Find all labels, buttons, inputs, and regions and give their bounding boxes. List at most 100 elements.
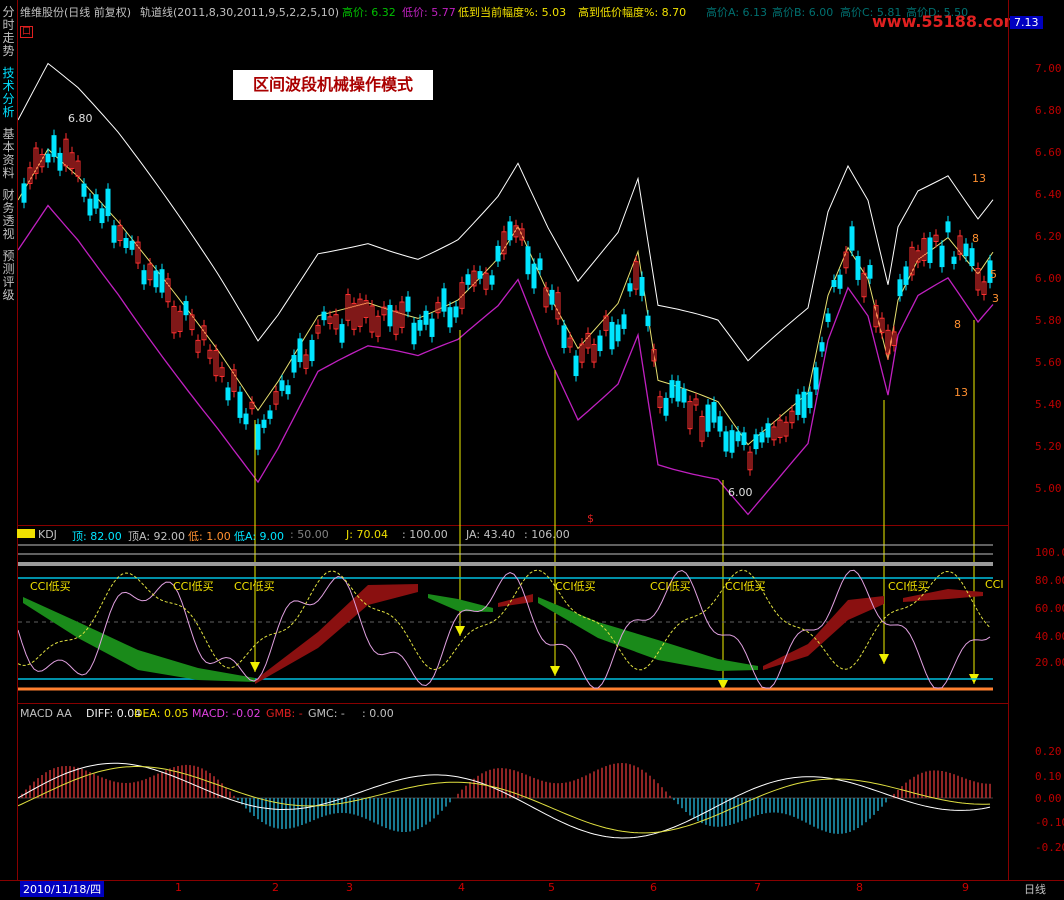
candle-body [741, 432, 747, 446]
candle-body [285, 385, 291, 395]
candle-body [615, 324, 621, 342]
candle-body [441, 288, 447, 312]
macd-diff: DIFF: 0.04 [86, 707, 142, 720]
kdj-marker [17, 529, 35, 538]
signal-arrow [250, 662, 260, 672]
month-tick: 2 [272, 881, 279, 894]
candle-body [423, 310, 429, 325]
candle-body [831, 280, 837, 288]
candle-body [297, 338, 303, 363]
candle-body [849, 226, 855, 251]
macd-gmb: GMB: - [266, 707, 303, 720]
candle-body [549, 289, 555, 305]
candle-body [429, 318, 435, 337]
candle-body [51, 135, 57, 157]
candle-body [561, 325, 567, 348]
macd-extra: : 0.00 [362, 707, 394, 720]
right-axis: 7.00 6.80 6.60 6.40 6.20 6.00 5.80 5.60 … [1008, 0, 1064, 880]
month-tick: 5 [548, 881, 555, 894]
candle-body [795, 394, 801, 415]
candle-body [417, 319, 423, 331]
fib-5: 5 [990, 268, 997, 281]
candle-body [507, 221, 513, 241]
candle-body [825, 313, 831, 322]
kdj-k: 顶: 82.00 [72, 530, 122, 543]
candle-body [717, 416, 723, 432]
candle-body [759, 432, 765, 443]
candle-body [897, 279, 903, 297]
candle-body [819, 342, 825, 352]
price-tick: 7.00 [1035, 62, 1062, 75]
candle-body [261, 419, 267, 428]
trough-label: 6.00 [728, 486, 753, 499]
price-tick: 5.40 [1035, 398, 1062, 411]
candle-body [129, 240, 135, 250]
price-tick: 6.40 [1035, 188, 1062, 201]
cci-buy-label: CCI低买 [234, 580, 275, 593]
price-tick: 5.20 [1035, 440, 1062, 453]
price-tick: 6.80 [1035, 104, 1062, 117]
candle-body [939, 245, 945, 268]
kdj-tick: 80.00 [1035, 574, 1064, 587]
tab-forecast[interactable]: 预测评级 [1, 250, 16, 302]
fib-8-low: 8 [954, 318, 961, 331]
sidebar: 分时走势 技术分析 基本资料 财务透视 预测评级 [0, 0, 18, 899]
tab-technical-analysis[interactable]: 技术分析 [1, 67, 16, 119]
kdj-j: J: 70.04 [346, 528, 388, 541]
kdj-tick: 60.00 [1035, 602, 1064, 615]
period-label[interactable]: 日线 [1024, 881, 1046, 897]
candle-body [951, 256, 957, 264]
candle-body [855, 256, 861, 280]
candle-body [279, 380, 285, 391]
candle-body [867, 265, 873, 279]
kdj-ribbon-red [763, 596, 884, 670]
candle-body [159, 269, 165, 293]
macd-diff-line [18, 762, 991, 839]
candle-body [87, 198, 93, 216]
peak-label: 6.80 [68, 112, 93, 125]
kdj-v106: : 106.00 [524, 528, 570, 541]
kdj-ka: 顶A: 92.00 [128, 530, 186, 543]
candle-body [447, 307, 453, 328]
cci-buy-label: CCI低买 [555, 580, 596, 593]
candle-body [681, 388, 687, 403]
candle-body [609, 321, 615, 350]
fib-8: 8 [972, 232, 979, 245]
kdj-da: 低A: 9.00 [234, 530, 285, 543]
time-axis[interactable] [0, 880, 1064, 900]
candle-body [387, 304, 393, 327]
kdj-tick: 40.00 [1035, 630, 1064, 643]
candle-body [807, 391, 813, 409]
candle-body [267, 410, 273, 419]
tab-intraday[interactable]: 分时走势 [1, 6, 16, 58]
candle-body [711, 402, 717, 423]
candle-body [813, 367, 819, 390]
month-tick: 9 [962, 881, 969, 894]
macd-tick: -0.20 [1035, 841, 1064, 854]
candle-body [99, 208, 105, 224]
tab-financials[interactable]: 财务透视 [1, 189, 16, 241]
candle-body [243, 413, 249, 425]
macd-tick: 0.00 [1035, 792, 1062, 805]
candle-body [969, 248, 975, 267]
candle-body [573, 355, 579, 377]
tab-fundamentals[interactable]: 基本资料 [1, 128, 16, 180]
price-chart[interactable] [18, 0, 1008, 880]
candle-body [621, 314, 627, 329]
macd-tick: 0.10 [1035, 770, 1062, 783]
candle-body [93, 194, 99, 209]
candle-body [537, 258, 543, 271]
kdj-ribbon-green [23, 597, 255, 682]
candle-body [945, 221, 951, 233]
macd-value: MACD: -0.02 [192, 707, 261, 720]
candle-body [111, 225, 117, 243]
candle-body [123, 237, 129, 248]
price-tick: 5.80 [1035, 314, 1062, 327]
price-tick: 6.20 [1035, 230, 1062, 243]
candle-body [477, 271, 483, 279]
kdj-v100: : 100.00 [402, 528, 448, 541]
candle-body [531, 263, 537, 289]
macd-tick: 0.20 [1035, 745, 1062, 758]
signal-dollar: $ [587, 512, 594, 525]
cci-buy-label: CCI低买 [30, 580, 71, 593]
